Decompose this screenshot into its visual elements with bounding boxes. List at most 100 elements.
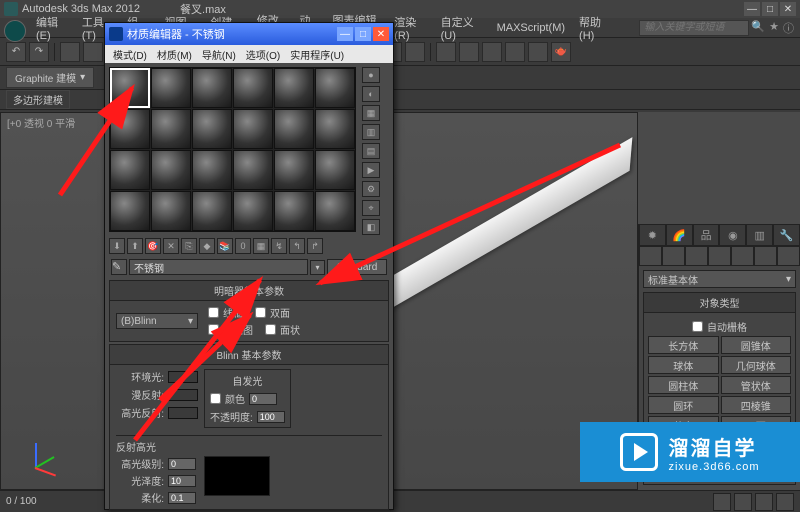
geometry-subtab[interactable]: [639, 246, 662, 266]
wire-checkbox[interactable]: [208, 307, 219, 318]
gloss-spinner[interactable]: 10: [168, 475, 196, 487]
reset-map-button[interactable]: ✕: [163, 238, 179, 254]
sample-slot[interactable]: [192, 109, 232, 149]
sample-slot[interactable]: [151, 68, 191, 108]
sample-type-button[interactable]: ●: [362, 67, 380, 83]
create-tab[interactable]: ✹: [639, 224, 666, 246]
me-menu-utils[interactable]: 实用程序(U): [286, 46, 348, 63]
helpers-subtab[interactable]: [731, 246, 754, 266]
show-map-button[interactable]: ▦: [253, 238, 269, 254]
material-type-button[interactable]: Standard: [327, 259, 387, 275]
sample-slot[interactable]: [151, 191, 191, 231]
rollout-header[interactable]: 明暗器基本参数: [110, 281, 388, 301]
hierarchy-tab[interactable]: 品: [693, 224, 720, 246]
link-button[interactable]: [60, 42, 80, 62]
get-material-button[interactable]: ⬇: [109, 238, 125, 254]
box-button[interactable]: 长方体: [648, 336, 719, 354]
material-editor-button[interactable]: [482, 42, 502, 62]
material-name-input[interactable]: [129, 259, 308, 275]
lights-subtab[interactable]: [685, 246, 708, 266]
make-unique-button[interactable]: ◆: [199, 238, 215, 254]
sample-slot[interactable]: [192, 150, 232, 190]
sample-slot[interactable]: [315, 191, 355, 231]
sample-slot[interactable]: [151, 150, 191, 190]
sample-slot[interactable]: [110, 109, 150, 149]
rollout-header[interactable]: 对象类型: [644, 293, 795, 313]
menu-custom[interactable]: 自定义(U): [435, 12, 489, 44]
cylinder-button[interactable]: 圆柱体: [648, 376, 719, 394]
autogrid-checkbox[interactable]: [692, 321, 703, 332]
pan-button[interactable]: [713, 493, 731, 511]
window-min-button[interactable]: —: [744, 2, 760, 16]
go-sibling-button[interactable]: ↱: [307, 238, 323, 254]
put-to-library-button[interactable]: 📚: [217, 238, 233, 254]
ambient-swatch[interactable]: [168, 371, 198, 383]
sample-slot[interactable]: [110, 191, 150, 231]
sample-slot[interactable]: [233, 150, 273, 190]
help-search-input[interactable]: [639, 20, 749, 36]
material-id-button[interactable]: 0: [235, 238, 251, 254]
soften-spinner[interactable]: 0.1: [168, 492, 196, 504]
dialog-max-button[interactable]: □: [355, 27, 371, 41]
zoom-button[interactable]: [734, 493, 752, 511]
tube-button[interactable]: 管状体: [721, 376, 792, 394]
viewport-label[interactable]: [+0 透视 0 平滑: [7, 115, 75, 130]
me-menu-mode[interactable]: 模式(D): [109, 46, 151, 63]
shapes-subtab[interactable]: [662, 246, 685, 266]
render-button[interactable]: 🫖: [551, 42, 571, 62]
sample-slot[interactable]: [110, 68, 150, 108]
orbit-button[interactable]: [755, 493, 773, 511]
faceted-checkbox[interactable]: [265, 324, 276, 335]
layer-button[interactable]: [405, 42, 425, 62]
backlight-button[interactable]: ◐: [362, 86, 380, 102]
curve-editor-button[interactable]: [436, 42, 456, 62]
utilities-tab[interactable]: 🔧: [773, 224, 800, 246]
undo-button[interactable]: ↶: [6, 42, 26, 62]
search-icon[interactable]: 🔍: [751, 20, 765, 36]
material-editor-titlebar[interactable]: 材质编辑器 - 不锈钢 — □ ✕: [105, 23, 393, 45]
window-max-button[interactable]: □: [762, 2, 778, 16]
background-button[interactable]: ▦: [362, 105, 380, 121]
sample-slot[interactable]: [315, 68, 355, 108]
display-tab[interactable]: ▥: [746, 224, 773, 246]
render-setup-button[interactable]: [505, 42, 525, 62]
box-object[interactable]: [370, 137, 633, 321]
motion-tab[interactable]: ◉: [719, 224, 746, 246]
pick-material-button[interactable]: ✎: [111, 259, 127, 275]
cone-button[interactable]: 圆锥体: [721, 336, 792, 354]
window-close-button[interactable]: ✕: [780, 2, 796, 16]
options-button[interactable]: ⚙: [362, 181, 380, 197]
menu-help[interactable]: 帮助(H): [573, 12, 617, 44]
render-frame-button[interactable]: [528, 42, 548, 62]
systems-subtab[interactable]: [777, 246, 800, 266]
video-color-button[interactable]: ▤: [362, 143, 380, 159]
material-name-dropdown[interactable]: ▾: [310, 260, 325, 275]
facemap-checkbox[interactable]: [208, 324, 219, 335]
select-by-material-button[interactable]: ⌖: [362, 200, 380, 216]
sample-slot[interactable]: [151, 109, 191, 149]
space-warps-subtab[interactable]: [754, 246, 777, 266]
poly-modeling-button[interactable]: 多边形建模: [6, 90, 70, 109]
geosphere-button[interactable]: 几何球体: [721, 356, 792, 374]
pyramid-button[interactable]: 四棱锥: [721, 396, 792, 414]
sample-slot[interactable]: [192, 68, 232, 108]
chevron-down-icon[interactable]: ▾: [80, 72, 85, 83]
self-illum-spinner[interactable]: 0: [249, 393, 277, 405]
assign-to-selection-button[interactable]: 🎯: [145, 238, 161, 254]
menu-render[interactable]: 渲染(R): [388, 12, 432, 44]
me-menu-options[interactable]: 选项(O): [242, 46, 284, 63]
sample-slot[interactable]: [233, 68, 273, 108]
schematic-button[interactable]: [459, 42, 479, 62]
make-copy-button[interactable]: ⎘: [181, 238, 197, 254]
two-sided-checkbox[interactable]: [255, 307, 266, 318]
sphere-button[interactable]: 球体: [648, 356, 719, 374]
sample-slot[interactable]: [274, 191, 314, 231]
self-illum-checkbox[interactable]: [210, 393, 221, 404]
menu-edit[interactable]: 编辑(E): [30, 12, 74, 44]
make-preview-button[interactable]: ▶: [362, 162, 380, 178]
dialog-close-button[interactable]: ✕: [373, 27, 389, 41]
sample-slot[interactable]: [233, 109, 273, 149]
dialog-min-button[interactable]: —: [337, 27, 353, 41]
graphite-tab[interactable]: Graphite 建模 ▾: [6, 67, 94, 88]
me-menu-material[interactable]: 材质(M): [153, 46, 196, 63]
